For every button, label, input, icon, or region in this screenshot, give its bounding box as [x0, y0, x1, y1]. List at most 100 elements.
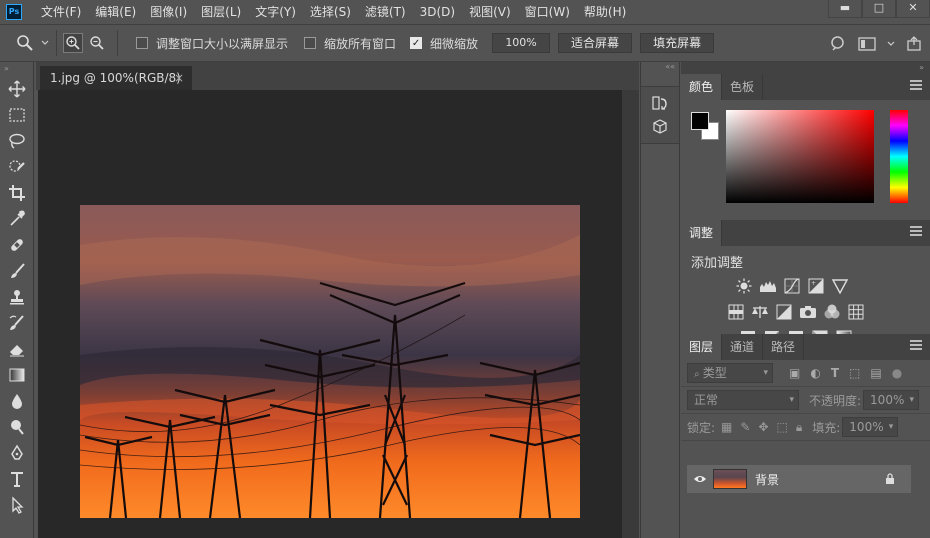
lasso-tool[interactable] [0, 128, 34, 154]
levels-icon[interactable] [759, 277, 777, 295]
share-icon[interactable] [906, 36, 922, 52]
zoom-percent-field[interactable]: 100% [492, 33, 551, 53]
menu-type[interactable]: 文字(Y) [248, 0, 303, 24]
minimize-button[interactable]: ▬ [828, 0, 862, 18]
lock-position-icon[interactable]: ✥ [758, 420, 768, 434]
menu-3d[interactable]: 3D(D) [413, 0, 462, 24]
canvas-area[interactable] [38, 90, 622, 538]
type-tool[interactable] [0, 466, 34, 492]
gradient-tool[interactable] [0, 362, 34, 388]
collapse-arrows-icon[interactable]: » [681, 62, 930, 74]
vibrance-icon[interactable] [831, 277, 849, 295]
collapse-arrows-icon[interactable]: «« [641, 62, 679, 76]
workspace-icon[interactable] [858, 36, 876, 52]
fill-field[interactable]: 100% ▾ [842, 417, 899, 437]
filter-toggle-icon[interactable]: ● [892, 366, 902, 380]
marquee-tool[interactable] [0, 102, 34, 128]
panel-menu-icon[interactable] [910, 80, 922, 90]
tab-color[interactable]: 颜色 [681, 74, 723, 100]
menu-layer[interactable]: 图层(L) [194, 0, 248, 24]
quick-selection-tool[interactable] [0, 154, 34, 180]
pixel-filter-icon[interactable]: ▣ [789, 366, 800, 380]
vertical-scrollbar[interactable] [622, 90, 639, 538]
tab-layers[interactable]: 图层 [681, 334, 723, 360]
smart-object-filter-icon[interactable]: ▤ [870, 366, 881, 380]
dodge-tool[interactable] [0, 414, 34, 440]
document-image[interactable] [80, 205, 580, 518]
eye-icon[interactable] [693, 474, 707, 484]
move-tool[interactable] [0, 76, 34, 102]
3d-panel-button[interactable] [641, 115, 679, 139]
healing-brush-tool[interactable] [0, 232, 34, 258]
menu-window[interactable]: 窗口(W) [518, 0, 577, 24]
layer-kind-filter[interactable]: ⌕ 类型 ▾ [687, 363, 773, 383]
foreground-color-swatch[interactable] [691, 112, 709, 130]
close-icon[interactable]: × [174, 66, 184, 90]
black-white-icon[interactable] [775, 303, 793, 321]
blur-tool[interactable] [0, 388, 34, 414]
pen-tool[interactable] [0, 440, 34, 466]
shape-filter-icon[interactable]: ⬚ [849, 366, 860, 380]
zoom-all-windows-checkbox[interactable]: 缩放所有窗口 [304, 35, 396, 52]
adjustment-filter-icon[interactable]: ◐ [810, 366, 820, 380]
brightness-icon[interactable] [735, 277, 753, 295]
resize-windows-checkbox[interactable]: 调整窗口大小以满屏显示 [136, 35, 288, 52]
menu-select[interactable]: 选择(S) [303, 0, 358, 24]
lock-image-icon[interactable]: ✎ [740, 420, 750, 434]
path-selection-tool[interactable] [0, 492, 34, 518]
exposure-icon[interactable]: + [807, 277, 825, 295]
chevron-down-icon: ▾ [888, 422, 894, 432]
checkbox-box[interactable] [136, 37, 148, 49]
panel-menu-icon[interactable] [910, 226, 922, 236]
layer-row[interactable]: 背景 [687, 465, 911, 493]
zoom-in-button[interactable] [63, 33, 83, 53]
history-brush-tool[interactable] [0, 310, 34, 336]
checkbox-box[interactable] [304, 37, 317, 49]
tab-channels[interactable]: 通道 [722, 334, 764, 360]
crop-tool[interactable] [0, 180, 34, 206]
search-icon[interactable] [830, 35, 848, 53]
menu-edit[interactable]: 编辑(E) [88, 0, 143, 24]
blend-mode-dropdown[interactable]: 正常 ▾ [687, 390, 799, 410]
maximize-button[interactable]: □ [862, 0, 896, 18]
tab-adjustments[interactable]: 调整 [681, 220, 723, 246]
tool-preset-picker[interactable] [16, 34, 50, 52]
hue-saturation-icon[interactable] [727, 303, 745, 321]
zoom-out-button[interactable] [87, 33, 107, 53]
document-tab[interactable]: 1.jpg @ 100%(RGB/8) × [40, 66, 192, 90]
tab-paths[interactable]: 路径 [763, 334, 805, 360]
opacity-field[interactable]: 100% ▾ [863, 390, 920, 410]
chevron-down-icon[interactable] [886, 39, 896, 49]
color-picker-field[interactable] [726, 110, 874, 203]
curves-icon[interactable] [783, 277, 801, 295]
clone-stamp-tool[interactable] [0, 284, 34, 310]
lock-artboard-icon[interactable]: ⬚ [777, 420, 788, 434]
photo-filter-icon[interactable] [799, 303, 817, 321]
fill-screen-button[interactable]: 填充屏幕 [640, 33, 715, 53]
divider [117, 30, 118, 56]
menu-help[interactable]: 帮助(H) [577, 0, 633, 24]
menu-view[interactable]: 视图(V) [462, 0, 518, 24]
lock-all-icon[interactable]: 🔒︎ [796, 420, 802, 435]
close-button[interactable]: ✕ [896, 0, 930, 18]
color-balance-icon[interactable] [751, 303, 769, 321]
eraser-tool[interactable] [0, 336, 34, 362]
menu-filter[interactable]: 滤镜(T) [358, 0, 413, 24]
checkmark-icon[interactable]: ✓ [410, 37, 423, 49]
scrubby-zoom-checkbox[interactable]: ✓ 细微缩放 [410, 35, 478, 52]
fit-screen-button[interactable]: 适合屏幕 [558, 33, 633, 53]
brush-tool[interactable] [0, 258, 34, 284]
panel-menu-icon[interactable] [910, 340, 922, 350]
eyedropper-tool[interactable] [0, 206, 34, 232]
color-lookup-icon[interactable] [847, 303, 865, 321]
history-panel-button[interactable] [641, 91, 679, 115]
tab-swatches[interactable]: 色板 [722, 74, 764, 100]
hue-slider[interactable] [890, 110, 908, 203]
menu-file[interactable]: 文件(F) [34, 0, 88, 24]
channel-mixer-icon[interactable] [823, 303, 841, 321]
menu-image[interactable]: 图像(I) [143, 0, 194, 24]
lock-transparent-icon[interactable]: ▦ [721, 420, 732, 434]
collapse-arrows-icon[interactable]: » [0, 62, 33, 76]
history-icon [652, 96, 667, 110]
type-filter-icon[interactable]: T [831, 366, 839, 380]
